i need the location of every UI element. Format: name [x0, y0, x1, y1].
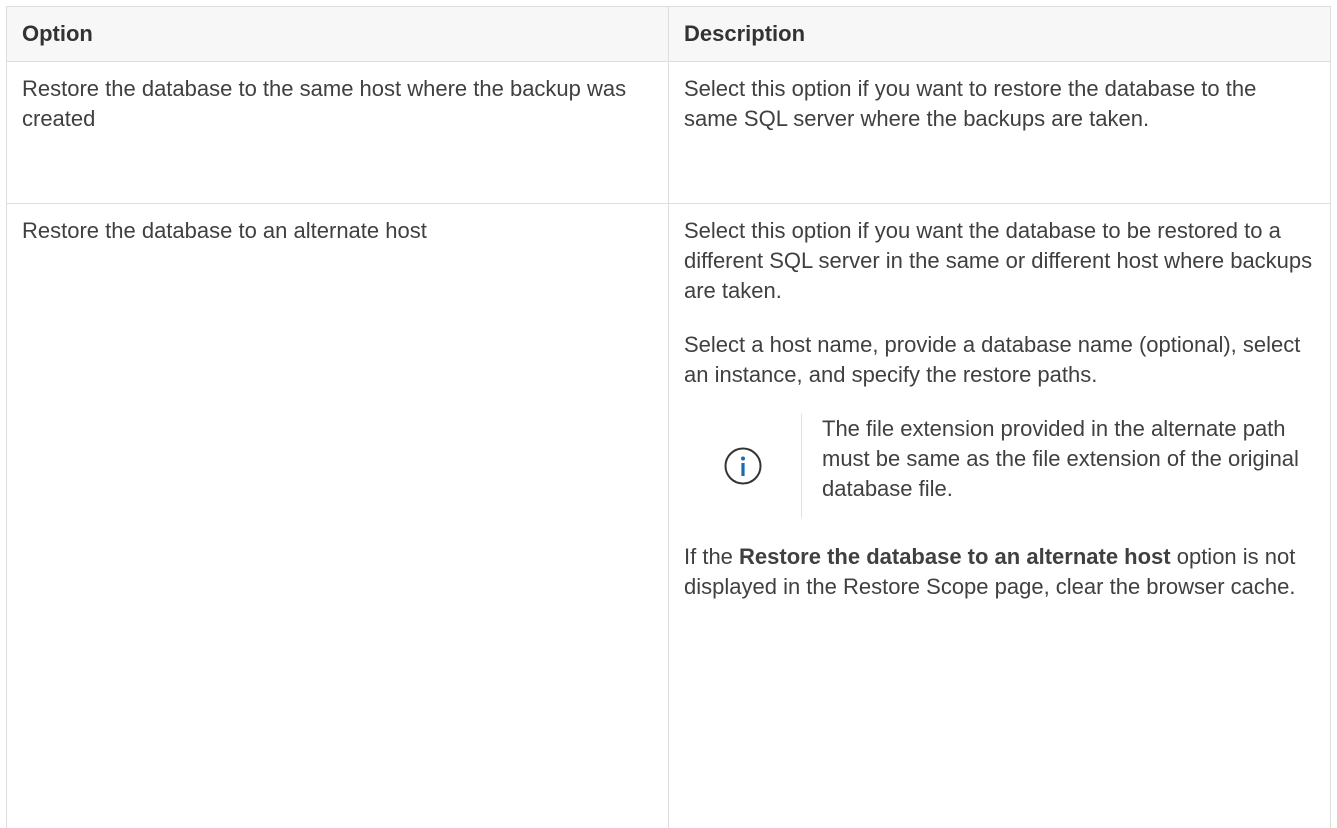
note-text: The file extension provided in the alter…: [802, 414, 1315, 518]
note-icon-container: [684, 414, 802, 518]
table-header-row: Option Description: [7, 7, 1331, 62]
option-cell: Restore the database to the same host wh…: [7, 62, 669, 204]
tip-bold-option: Restore the database to an alternate hos…: [739, 544, 1171, 569]
header-option: Option: [7, 7, 669, 62]
note-box: The file extension provided in the alter…: [684, 414, 1315, 518]
description-paragraph-2: Select a host name, provide a database n…: [684, 330, 1315, 390]
header-description: Description: [669, 7, 1331, 62]
description-paragraph: Select this option if you want the datab…: [684, 216, 1315, 306]
description-cell: Select this option if you want the datab…: [669, 204, 1331, 828]
option-cell: Restore the database to an alternate hos…: [7, 204, 669, 828]
tip-paragraph: If the Restore the database to an altern…: [684, 542, 1315, 602]
tip-prefix: If the: [684, 544, 739, 569]
table-row: Restore the database to an alternate hos…: [7, 204, 1331, 828]
options-table: Option Description Restore the database …: [6, 6, 1331, 828]
table-row: Restore the database to the same host wh…: [7, 62, 1331, 204]
description-cell: Select this option if you want to restor…: [669, 62, 1331, 204]
info-icon: [723, 446, 763, 486]
